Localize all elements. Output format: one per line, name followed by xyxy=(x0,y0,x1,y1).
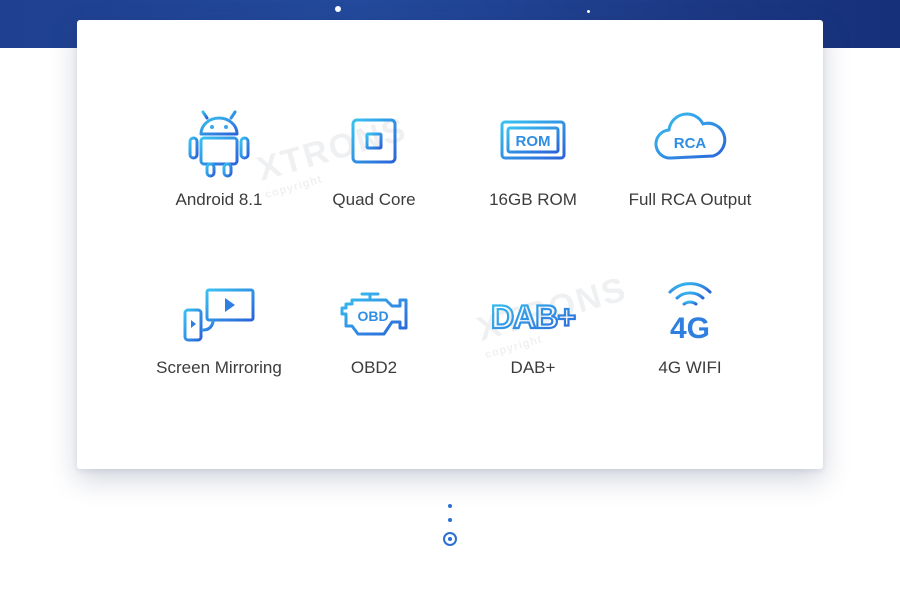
feature-rca: RCA Full RCA Output xyxy=(595,108,785,228)
feature-label: 4G WIFI xyxy=(658,358,722,377)
feature-label: Full RCA Output xyxy=(628,190,752,209)
star-decoration xyxy=(587,10,590,13)
pagination-dot[interactable] xyxy=(448,504,452,508)
pagination-dot[interactable] xyxy=(448,518,452,522)
screen-mirroring-icon xyxy=(183,288,255,342)
pagination xyxy=(440,498,460,558)
obd-engine-icon: OBD xyxy=(340,292,408,336)
dab-plus-text: DAB+ xyxy=(491,299,575,335)
star-decoration xyxy=(335,6,341,12)
cpu-chip-icon xyxy=(342,109,406,173)
android-icon xyxy=(188,110,250,178)
rom-chip-text: ROM xyxy=(516,133,551,150)
rom-chip-icon: ROM xyxy=(500,111,566,169)
dab-plus-icon: DAB+ xyxy=(490,298,578,336)
features-card: XTRONS copyright XTRONS copyright Androi… xyxy=(77,20,823,469)
obd-engine-text: OBD xyxy=(357,308,388,324)
feature-4g-wifi: 4G 4G WIFI xyxy=(595,276,785,396)
pagination-dot-active[interactable] xyxy=(443,532,457,546)
4g-signal-icon: 4G xyxy=(668,282,712,342)
rca-cloud-icon: RCA xyxy=(654,112,727,160)
rca-cloud-text: RCA xyxy=(674,135,707,152)
4g-signal-text: 4G xyxy=(670,312,710,342)
